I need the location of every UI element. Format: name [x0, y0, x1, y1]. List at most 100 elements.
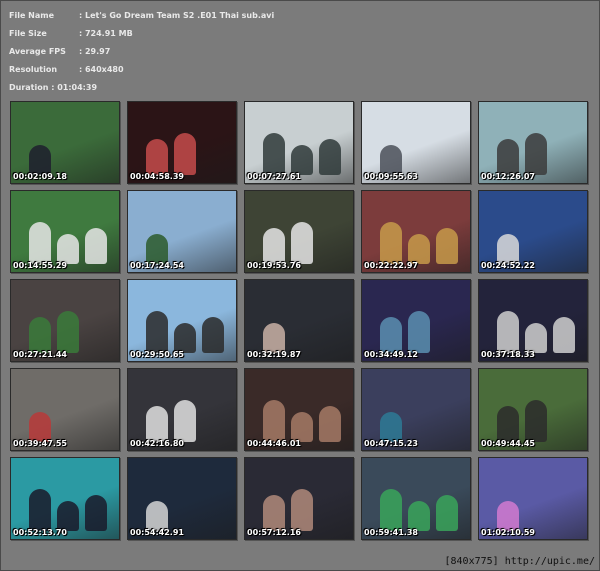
- thumbnail-image: [362, 102, 470, 183]
- duration-text: Duration : 01:04:39: [9, 83, 98, 92]
- thumbnail-figure: [263, 228, 285, 264]
- thumbnail-image: [362, 369, 470, 450]
- thumbnail-figure: [57, 311, 79, 353]
- thumbnail-figure: [497, 406, 519, 442]
- thumbnail[interactable]: 00:27:21.44: [10, 279, 120, 362]
- thumbnail-timestamp: 00:29:50.65: [130, 350, 184, 359]
- file-name-label: File Name: [9, 11, 55, 20]
- thumbnail-figure: [408, 234, 430, 264]
- thumbnail-image: [11, 369, 119, 450]
- thumbnail[interactable]: 00:22:22.97: [361, 190, 471, 273]
- thumbnail-timestamp: 00:12:26.07: [481, 172, 535, 181]
- thumbnail-figure: [146, 139, 168, 175]
- thumbnail-figure: [174, 323, 196, 353]
- thumbnail[interactable]: 00:39:47.55: [10, 368, 120, 451]
- thumbnail-figure: [380, 317, 402, 353]
- thumbnail-figure: [525, 133, 547, 175]
- thumbnail-timestamp: 00:59:41.38: [364, 528, 418, 537]
- thumbnail-timestamp: 00:14:55.29: [13, 261, 67, 270]
- thumbnail[interactable]: 00:07:27.61: [244, 101, 354, 184]
- thumbnail-timestamp: 00:19:53.76: [247, 261, 301, 270]
- thumbnail[interactable]: 00:14:55.29: [10, 190, 120, 273]
- thumbnail[interactable]: 00:24:52.22: [478, 190, 588, 273]
- thumbnail-timestamp: 00:09:55.63: [364, 172, 418, 181]
- thumbnail-timestamp: 00:34:49.12: [364, 350, 418, 359]
- thumbnail-timestamp: 00:32:19.87: [247, 350, 301, 359]
- thumbnail-timestamp: 00:42:16.80: [130, 439, 184, 448]
- thumbnail-figure: [291, 145, 313, 175]
- thumbnail-figure: [291, 222, 313, 264]
- resolution-value: : 640x480: [79, 65, 124, 74]
- thumbnail-timestamp: 00:02:09.18: [13, 172, 67, 181]
- thumbnail-timestamp: 00:47:15.23: [364, 439, 418, 448]
- thumbnail-timestamp: 00:37:18.33: [481, 350, 535, 359]
- thumbnail-figure: [263, 495, 285, 531]
- thumbnail[interactable]: 00:37:18.33: [478, 279, 588, 362]
- thumbnail-timestamp: 00:57:12.16: [247, 528, 301, 537]
- thumbnail[interactable]: 00:44:46.01: [244, 368, 354, 451]
- thumbnail-figure: [29, 222, 51, 264]
- thumbnail-figure: [380, 145, 402, 175]
- thumbnail[interactable]: 00:32:19.87: [244, 279, 354, 362]
- thumbnail-figure: [497, 234, 519, 264]
- thumbnail[interactable]: 00:19:53.76: [244, 190, 354, 273]
- thumbnail-figure: [291, 412, 313, 442]
- thumbnail-figure: [85, 495, 107, 531]
- thumbnail-figure: [263, 400, 285, 442]
- thumbnail[interactable]: 00:59:41.38: [361, 457, 471, 540]
- thumbnail[interactable]: 00:54:42.91: [127, 457, 237, 540]
- thumbnail-figure: [85, 228, 107, 264]
- thumbnail-figure: [174, 133, 196, 175]
- thumbnail-timestamp: 00:44:46.01: [247, 439, 301, 448]
- thumbnail-timestamp: 00:22:22.97: [364, 261, 418, 270]
- thumbnail-figure: [263, 133, 285, 175]
- thumbnail-figure: [408, 501, 430, 531]
- thumbnail-figure: [497, 501, 519, 531]
- thumbnail[interactable]: 00:52:13.70: [10, 457, 120, 540]
- thumbnail[interactable]: 01:02:10.59: [478, 457, 588, 540]
- thumbnail-figure: [553, 317, 575, 353]
- thumbnail[interactable]: 00:47:15.23: [361, 368, 471, 451]
- thumbnail-figure: [497, 139, 519, 175]
- thumbnail-figure: [29, 317, 51, 353]
- thumbnail[interactable]: 00:49:44.45: [478, 368, 588, 451]
- thumbnail-figure: [146, 311, 168, 353]
- thumbnail-figure: [202, 317, 224, 353]
- thumbnail-figure: [319, 406, 341, 442]
- thumbnail[interactable]: 00:42:16.80: [127, 368, 237, 451]
- thumbnail-timestamp: 00:52:13.70: [13, 528, 67, 537]
- thumbnail-timestamp: 00:39:47.55: [13, 439, 67, 448]
- thumbnail-image: [245, 280, 353, 361]
- thumbnail-timestamp: 00:07:27.61: [247, 172, 301, 181]
- thumbnail-figure: [29, 489, 51, 531]
- thumbnail[interactable]: 00:02:09.18: [10, 101, 120, 184]
- thumbnail[interactable]: 00:57:12.16: [244, 457, 354, 540]
- thumbnail[interactable]: 00:29:50.65: [127, 279, 237, 362]
- file-size-value: : 724.91 MB: [79, 29, 133, 38]
- thumbnail-timestamp: 00:04:58.39: [130, 172, 184, 181]
- file-info-panel: File Name : Let's Go Dream Team S2 .E01 …: [9, 7, 409, 97]
- thumbnail-figure: [380, 222, 402, 264]
- fps-label: Average FPS: [9, 47, 66, 56]
- thumbnail-figure: [380, 489, 402, 531]
- resolution-row: Resolution : 640x480: [9, 61, 409, 79]
- thumbnail-figure: [436, 228, 458, 264]
- thumbnail-grid: 00:02:09.18 00:04:58.39 00:07:27.61 00:09:5…: [10, 101, 588, 540]
- file-name-row: File Name : Let's Go Dream Team S2 .E01 …: [9, 7, 409, 25]
- thumbnail-figure: [146, 406, 168, 442]
- thumbnail[interactable]: 00:34:49.12: [361, 279, 471, 362]
- thumbnail[interactable]: 00:04:58.39: [127, 101, 237, 184]
- thumbnail-figure: [319, 139, 341, 175]
- thumbnail[interactable]: 00:09:55.63: [361, 101, 471, 184]
- thumbnail-figure: [525, 400, 547, 442]
- thumbnail[interactable]: 00:17:24.54: [127, 190, 237, 273]
- contact-sheet: File Name : Let's Go Dream Team S2 .E01 …: [0, 0, 600, 571]
- fps-row: Average FPS : 29.97: [9, 43, 409, 61]
- thumbnail[interactable]: 00:12:26.07: [478, 101, 588, 184]
- thumbnail-image: [11, 102, 119, 183]
- thumbnail-image: [128, 458, 236, 539]
- thumbnail-figure: [57, 501, 79, 531]
- thumbnail-image: [128, 191, 236, 272]
- thumbnail-figure: [146, 234, 168, 264]
- thumbnail-figure: [57, 234, 79, 264]
